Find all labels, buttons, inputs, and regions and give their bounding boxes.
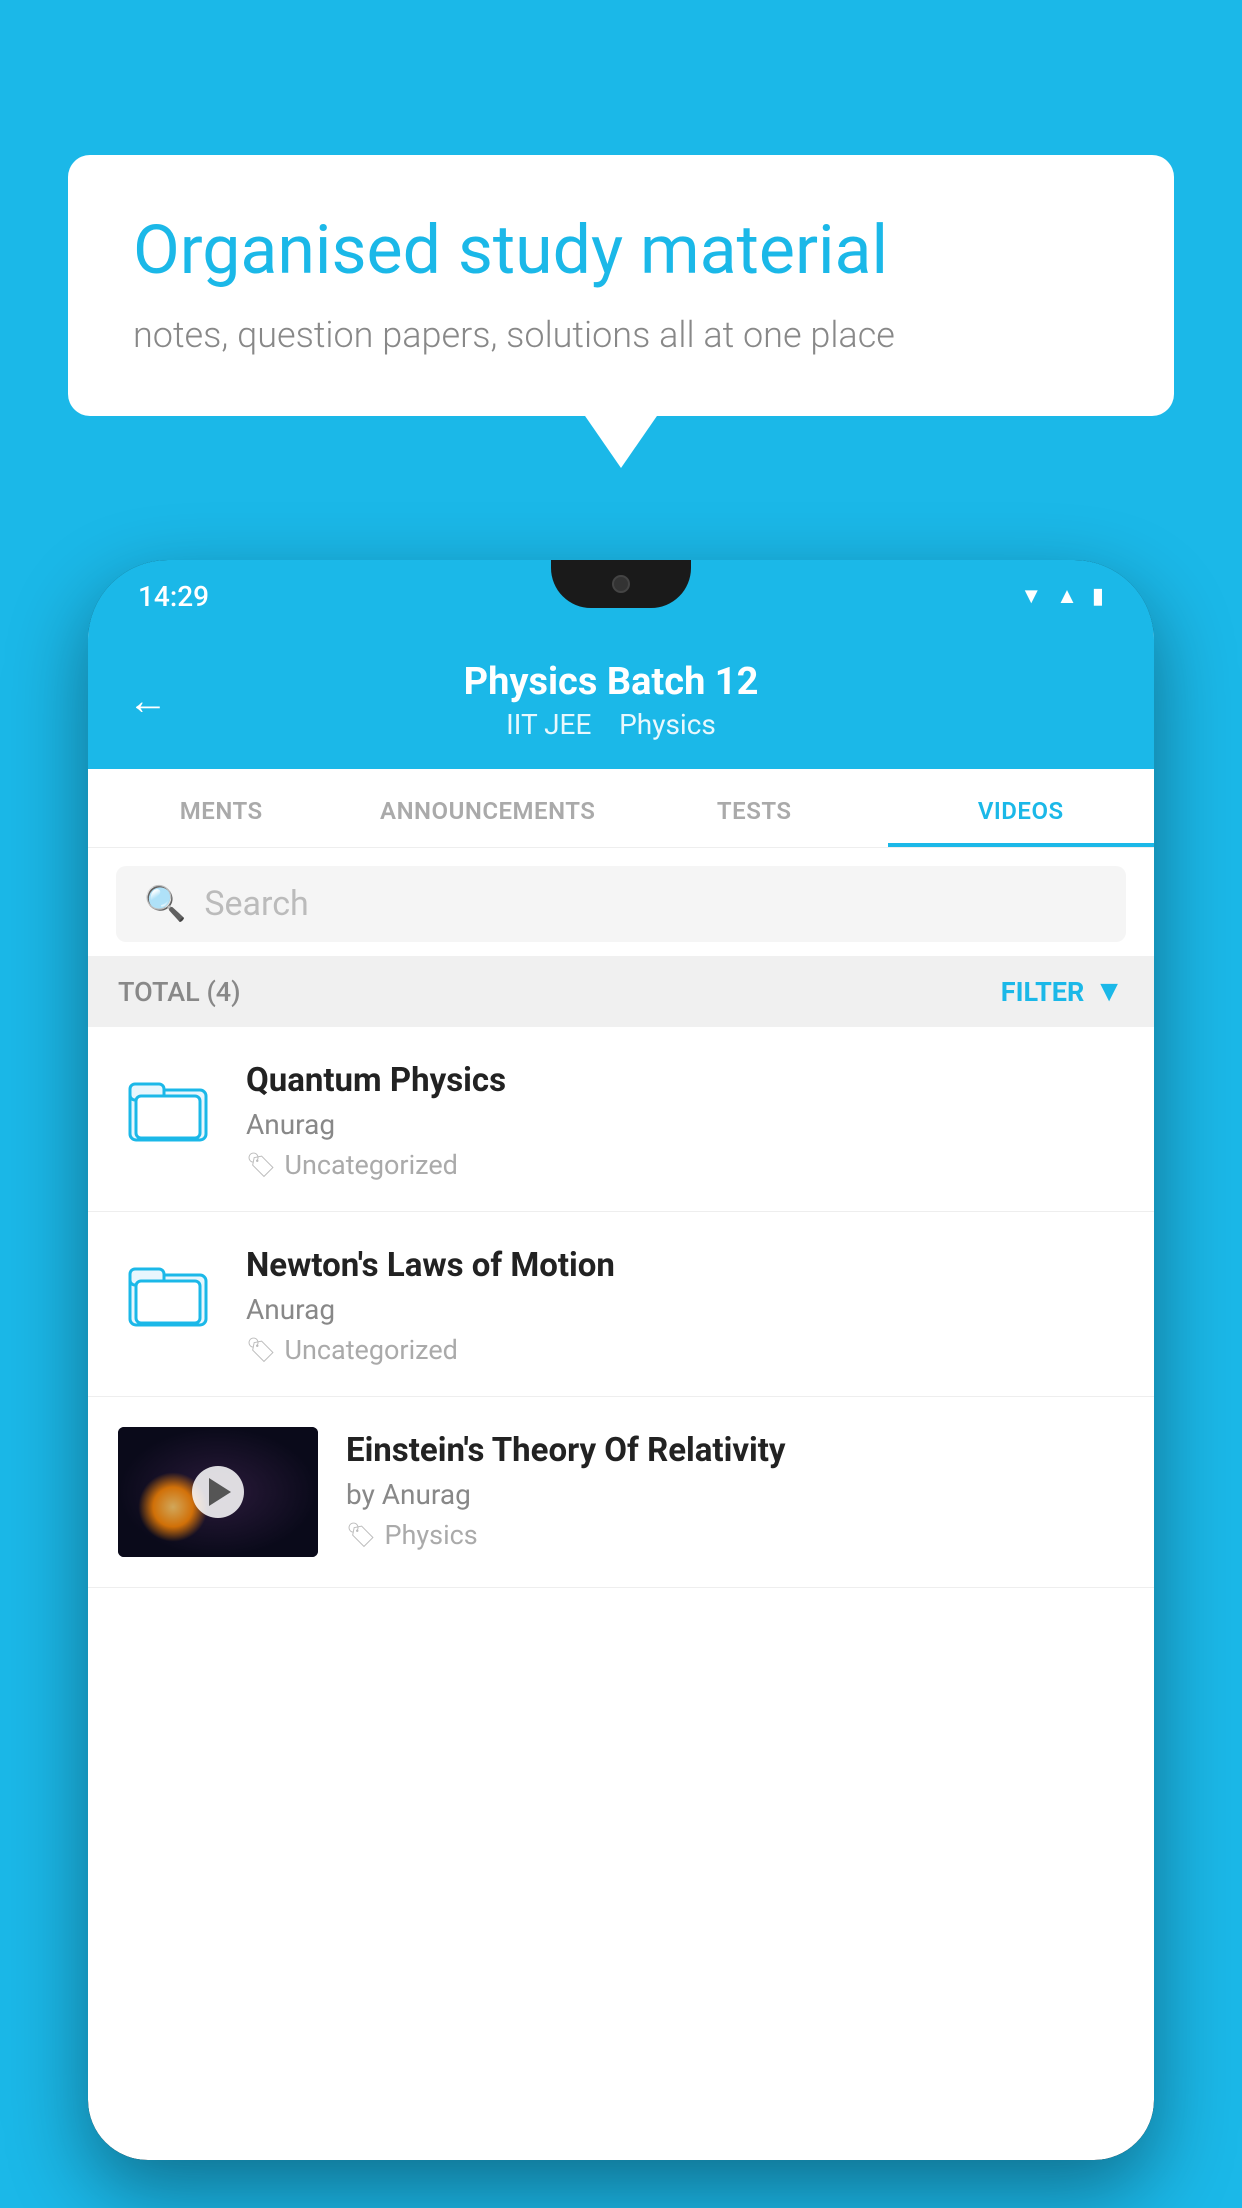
app-header: ← Physics Batch 12 IIT JEE Physics [88, 632, 1154, 769]
subtitle-tag2: Physics [619, 708, 716, 741]
subtitle-tag1: IIT JEE [506, 708, 591, 741]
search-box[interactable]: 🔍 Search [116, 866, 1126, 942]
tab-announcements[interactable]: ANNOUNCEMENTS [355, 769, 622, 847]
filter-bar: TOTAL (4) FILTER ▼ [88, 956, 1154, 1027]
video-author-3: by Anurag [346, 1478, 1124, 1511]
folder-thumb-1 [118, 1057, 218, 1157]
video-tag-3: 🏷 Physics [346, 1519, 1124, 1551]
video-title-2: Newton's Laws of Motion [246, 1246, 1124, 1285]
status-icons: ▼ ▲ ▮ [1020, 583, 1104, 609]
list-item[interactable]: Einstein's Theory Of Relativity by Anura… [88, 1397, 1154, 1588]
battery-icon: ▮ [1092, 584, 1104, 609]
screen-content: ← Physics Batch 12 IIT JEE Physics MENTS [88, 632, 1154, 2160]
folder-thumb-2 [118, 1242, 218, 1342]
wifi-icon: ▼ [1020, 583, 1042, 609]
filter-label: FILTER [1001, 976, 1085, 1008]
list-item[interactable]: Newton's Laws of Motion Anurag 🏷 Uncateg… [88, 1212, 1154, 1397]
tag-label-1: Uncategorized [284, 1149, 457, 1181]
filter-button[interactable]: FILTER ▼ [1001, 974, 1124, 1009]
tag-icon-2: 🏷 [246, 1336, 276, 1364]
search-container: 🔍 Search [88, 848, 1154, 956]
video-title-1: Quantum Physics [246, 1061, 1124, 1100]
tabs-bar: MENTS ANNOUNCEMENTS TESTS VIDEOS [88, 769, 1154, 848]
play-button[interactable] [192, 1466, 244, 1518]
filter-icon: ▼ [1094, 974, 1124, 1009]
folder-icon [128, 1252, 208, 1332]
speech-bubble-heading: Organised study material [133, 210, 1109, 292]
search-icon: 🔍 [144, 884, 186, 924]
tab-ments[interactable]: MENTS [88, 769, 355, 847]
status-bar: 14:29 ▼ ▲ ▮ [88, 560, 1154, 632]
total-count: TOTAL (4) [118, 976, 241, 1008]
search-placeholder: Search [204, 884, 308, 924]
tag-label-2: Uncategorized [284, 1334, 457, 1366]
play-triangle-icon [209, 1478, 231, 1506]
video-tag-2: 🏷 Uncategorized [246, 1334, 1124, 1366]
video-thumbnail-3 [118, 1427, 318, 1557]
video-author-1: Anurag [246, 1108, 1124, 1141]
header-subtitle: IIT JEE Physics [198, 708, 1024, 741]
folder-icon [128, 1067, 208, 1147]
video-tag-1: 🏷 Uncategorized [246, 1149, 1124, 1181]
notch [551, 560, 691, 608]
status-time: 14:29 [138, 580, 209, 613]
video-list: Quantum Physics Anurag 🏷 Uncategorized [88, 1027, 1154, 1588]
tag-icon-1: 🏷 [246, 1151, 276, 1179]
header-title-block: Physics Batch 12 IIT JEE Physics [198, 660, 1024, 741]
tag-icon-3: 🏷 [346, 1521, 376, 1549]
speech-bubble-subtext: notes, question papers, solutions all at… [133, 314, 1109, 356]
signal-icon: ▲ [1056, 583, 1078, 609]
tag-label-3: Physics [384, 1519, 477, 1551]
phone-wrapper: 14:29 ▼ ▲ ▮ ← Physics Batch 12 IIT JEE [88, 560, 1154, 2208]
speech-bubble-container: Organised study material notes, question… [68, 155, 1174, 416]
tab-tests[interactable]: TESTS [621, 769, 888, 847]
video-info-2: Newton's Laws of Motion Anurag 🏷 Uncateg… [246, 1242, 1124, 1366]
back-button[interactable]: ← [128, 677, 168, 724]
video-title-3: Einstein's Theory Of Relativity [346, 1431, 1124, 1470]
header-title: Physics Batch 12 [198, 660, 1024, 704]
speech-bubble: Organised study material notes, question… [68, 155, 1174, 416]
video-info-1: Quantum Physics Anurag 🏷 Uncategorized [246, 1057, 1124, 1181]
video-info-3: Einstein's Theory Of Relativity by Anura… [346, 1427, 1124, 1551]
phone-frame: 14:29 ▼ ▲ ▮ ← Physics Batch 12 IIT JEE [88, 560, 1154, 2160]
list-item[interactable]: Quantum Physics Anurag 🏷 Uncategorized [88, 1027, 1154, 1212]
camera [612, 575, 630, 593]
tab-videos[interactable]: VIDEOS [888, 769, 1155, 847]
video-author-2: Anurag [246, 1293, 1124, 1326]
